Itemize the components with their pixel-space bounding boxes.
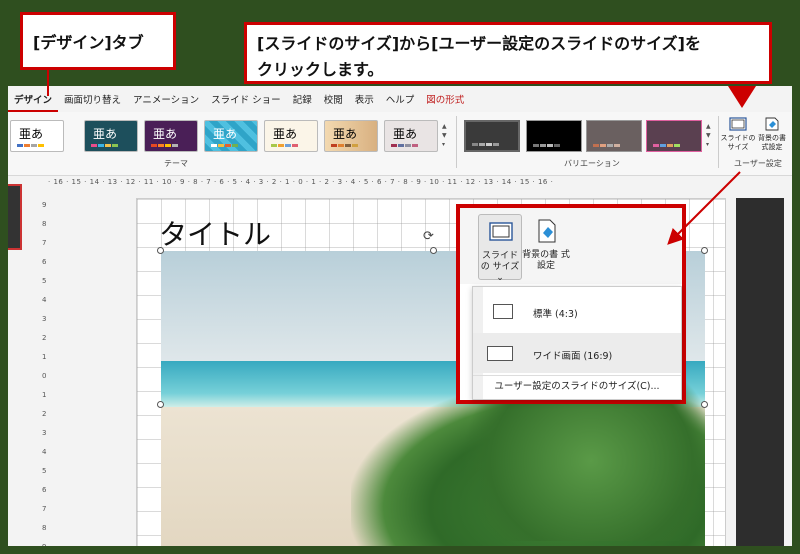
- customize-group-label: ユーザー設定: [734, 159, 782, 168]
- slide-title[interactable]: タイトル: [159, 213, 271, 253]
- resize-handle[interactable]: [157, 401, 164, 408]
- variation-thumbnail[interactable]: [646, 120, 702, 152]
- vertical-ruler: 9 8 7 6 5 4 3 2 1 0 1 2 3 4 5 6 7 8 9: [42, 196, 52, 546]
- ruler-tick: 0: [42, 372, 47, 380]
- theme-thumbnail[interactable]: 亜あ: [204, 120, 258, 152]
- custom-slide-size-item[interactable]: ユーザー設定のスライドのサイズ(C)...: [473, 375, 681, 397]
- ruler-tick: 5: [42, 277, 47, 285]
- ruler-tick: 4: [42, 296, 47, 304]
- ribbon: 亜あ 亜あ 亜あ 亜あ 亜あ 亜あ 亜あ ▲ ▼ ▾ テーマ ▲ ▼ ▾ バリエ…: [8, 112, 792, 176]
- ruler-tick: 7: [42, 239, 47, 247]
- ruler-tick: 9: [42, 201, 47, 209]
- tab-design[interactable]: デザイン: [8, 90, 59, 112]
- ruler-tick: 4: [42, 448, 47, 456]
- ruler-tick: 8: [42, 524, 47, 532]
- tab-picture-format[interactable]: 図の形式: [420, 90, 470, 112]
- standard-ratio-icon: [493, 304, 513, 319]
- slide-size-button[interactable]: スライドの サイズ⌄: [478, 214, 522, 283]
- variation-thumbnail[interactable]: [464, 120, 520, 152]
- slide-thumbnail[interactable]: [8, 184, 22, 250]
- theme-sample-text: 亜あ: [19, 127, 44, 141]
- variation-group-label: バリエーション: [564, 159, 620, 168]
- slide-size-label: スライドの サイズ: [720, 134, 756, 151]
- ruler-tick: 7: [42, 505, 47, 513]
- slide-size-label: スライドの サイズ: [480, 251, 520, 272]
- tab-transitions[interactable]: 画面切り替え: [58, 90, 127, 112]
- format-background-label: 背景の書 式設定: [758, 134, 786, 151]
- group-divider: [456, 116, 457, 168]
- theme-thumbnail[interactable]: 亜あ: [10, 120, 64, 152]
- theme-thumbnail[interactable]: 亜あ: [384, 120, 438, 152]
- ruler-tick: 9: [42, 538, 52, 546]
- slide-size-callout: スライドの サイズ⌄ 背景の書 式設定 標準 (4:3) ワイド画面 (16:9…: [456, 204, 686, 404]
- slide-size-dropdown: 標準 (4:3) ワイド画面 (16:9) ユーザー設定のスライドのサイズ(C)…: [472, 286, 682, 400]
- tab-review[interactable]: 校閲: [318, 90, 349, 112]
- tab-animations[interactable]: アニメーション: [127, 90, 205, 112]
- resize-handle[interactable]: [157, 247, 164, 254]
- resize-handle[interactable]: [430, 247, 437, 254]
- design-tab-annotation: [デザイン]タブ: [20, 12, 176, 70]
- format-background-icon: [765, 117, 779, 131]
- format-background-label: 背景の書 式設定: [522, 250, 570, 271]
- right-panel: [736, 198, 784, 546]
- rotate-handle-icon[interactable]: ⟳: [423, 229, 434, 244]
- format-background-button[interactable]: 背景の書 式設定: [522, 214, 570, 280]
- widescreen-ratio-icon: [487, 346, 513, 361]
- theme-sample-text: 亜あ: [213, 127, 238, 141]
- ribbon-tabs: デザイン 画面切り替え アニメーション スライド ショー 記録 校閲 表示 ヘル…: [8, 90, 470, 112]
- option-standard[interactable]: 標準 (4:3): [473, 291, 681, 331]
- horizontal-ruler: · 16 · 15 · 14 · 13 · 12 · 11 · 10 · 9 ·…: [48, 178, 554, 186]
- ruler-tick: 6: [42, 258, 47, 266]
- theme-sample-text: 亜あ: [153, 127, 178, 141]
- format-background-icon: [538, 219, 556, 243]
- theme-thumbnail[interactable]: 亜あ: [324, 120, 378, 152]
- ruler-tick: 3: [42, 429, 47, 437]
- resize-handle[interactable]: [701, 247, 708, 254]
- tab-slideshow[interactable]: スライド ショー: [205, 90, 287, 112]
- theme-sample-text: 亜あ: [333, 127, 358, 141]
- format-background-button-small[interactable]: 背景の書 式設定: [754, 116, 790, 152]
- slide-size-icon: [489, 222, 513, 241]
- slide-size-button-small[interactable]: スライドの サイズ: [720, 116, 756, 152]
- theme-group-label: テーマ: [164, 159, 188, 168]
- variation-thumbnail[interactable]: [526, 120, 582, 152]
- instruction-line1: [スライドのサイズ]から[ユーザー設定のスライドのサイズ]を: [257, 34, 701, 53]
- theme-thumbnail[interactable]: 亜あ: [144, 120, 198, 152]
- chevron-down-icon: ⌄: [496, 273, 504, 283]
- tab-view[interactable]: 表示: [349, 90, 380, 112]
- theme-sample-text: 亜あ: [93, 127, 118, 141]
- tab-help[interactable]: ヘルプ: [380, 90, 421, 112]
- ruler-tick: 1: [42, 353, 47, 361]
- variation-thumbnail[interactable]: [586, 120, 642, 152]
- option-standard-label: 標準 (4:3): [533, 309, 578, 320]
- theme-sample-text: 亜あ: [273, 127, 298, 141]
- ruler-tick: 3: [42, 315, 47, 323]
- instruction-line2: クリックします。: [257, 60, 384, 79]
- option-widescreen-label: ワイド画面 (16:9): [533, 351, 613, 362]
- variation-scroll-arrows[interactable]: ▲ ▼ ▾: [706, 122, 714, 149]
- option-widescreen[interactable]: ワイド画面 (16:9): [473, 333, 681, 373]
- ruler-tick: 6: [42, 486, 47, 494]
- callout-ribbon: スライドの サイズ⌄ 背景の書 式設定: [460, 208, 682, 284]
- theme-thumbnail[interactable]: 亜あ: [264, 120, 318, 152]
- theme-thumbnail[interactable]: 亜あ: [84, 120, 138, 152]
- ruler-tick: 2: [42, 334, 47, 342]
- resize-handle[interactable]: [701, 401, 708, 408]
- ruler-tick: 5: [42, 467, 47, 475]
- slide-size-icon: [729, 117, 747, 131]
- theme-sample-text: 亜あ: [393, 127, 418, 141]
- ruler-tick: 8: [42, 220, 47, 228]
- instruction-annotation: [スライドのサイズ]から[ユーザー設定のスライドのサイズ]を クリックします。: [244, 22, 772, 84]
- group-divider: [718, 116, 719, 168]
- theme-scroll-arrows[interactable]: ▲ ▼ ▾: [442, 122, 450, 149]
- ruler-tick: 1: [42, 391, 47, 399]
- tab-record[interactable]: 記録: [287, 90, 318, 112]
- ruler-tick: 2: [42, 410, 47, 418]
